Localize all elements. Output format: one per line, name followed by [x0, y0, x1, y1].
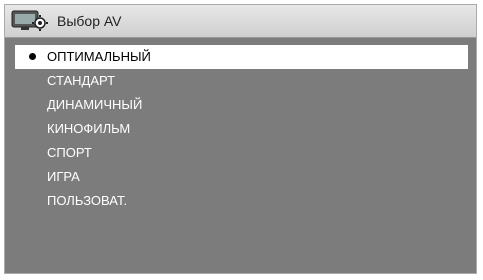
- menu-item[interactable]: КИНОФИЛЬМ: [15, 117, 468, 141]
- menu-item[interactable]: ДИНАМИЧНЫЙ: [15, 93, 468, 117]
- menu-item-label: ДИНАМИЧНЫЙ: [47, 97, 143, 112]
- menu-item-label: КИНОФИЛЬМ: [47, 121, 131, 136]
- menu-item-label: СТАНДАРТ: [47, 73, 116, 88]
- tv-settings-icon: [11, 8, 51, 34]
- av-select-window: Выбор AV ОПТИМАЛЬНЫЙ СТАНДАРТ ДИНАМИЧНЫЙ КИ…: [4, 4, 477, 274]
- menu-item[interactable]: ИГРА: [15, 165, 468, 189]
- selected-bullet-icon: [29, 53, 36, 60]
- menu-list: ОПТИМАЛЬНЫЙ СТАНДАРТ ДИНАМИЧНЫЙ КИНОФИЛЬМ СП…: [15, 45, 468, 213]
- menu-item[interactable]: ОПТИМАЛЬНЫЙ: [15, 45, 468, 69]
- window-title: Выбор AV: [57, 13, 122, 29]
- av-mode-menu: ОПТИМАЛЬНЫЙ СТАНДАРТ ДИНАМИЧНЫЙ КИНОФИЛЬМ СП…: [15, 45, 468, 267]
- menu-item[interactable]: ПОЛЬЗОВАТ.: [15, 189, 468, 213]
- title-bar: Выбор AV: [5, 5, 476, 38]
- menu-item-label: ПОЛЬЗОВАТ.: [47, 193, 128, 208]
- menu-item-label: ОПТИМАЛЬНЫЙ: [47, 49, 151, 64]
- menu-item-label: СПОРТ: [47, 145, 92, 160]
- menu-item[interactable]: СТАНДАРТ: [15, 69, 468, 93]
- menu-item[interactable]: СПОРТ: [15, 141, 468, 165]
- menu-item-label: ИГРА: [47, 169, 80, 184]
